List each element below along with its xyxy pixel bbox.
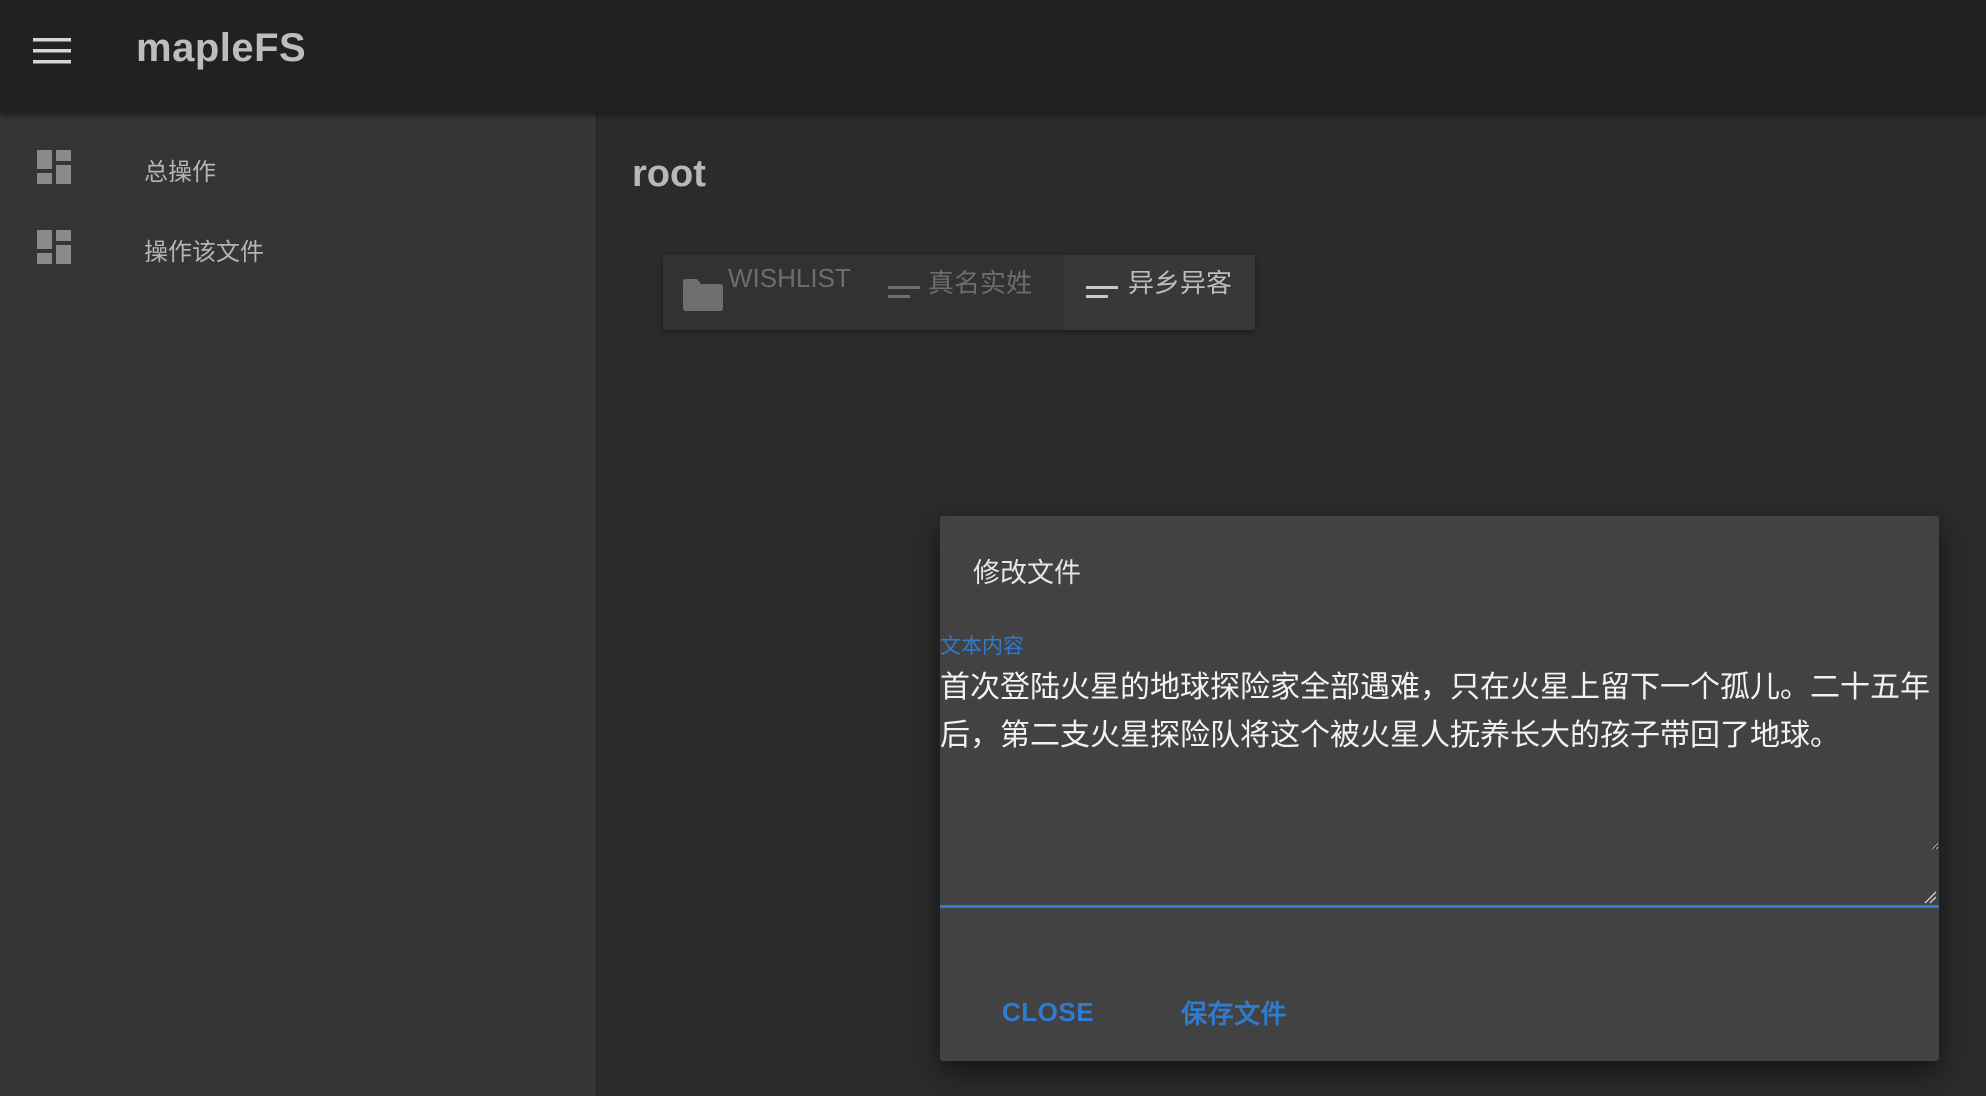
- edit-file-dialog: 修改文件 文本内容 首次登陆火星的地球探险家全部遇难，只在火星上留下一个孤儿。二…: [940, 516, 1939, 1061]
- resize-grip-icon[interactable]: [1923, 889, 1937, 904]
- nav-item-overall-operations[interactable]: 总操作: [0, 133, 598, 205]
- nav-item-file-operations[interactable]: 操作该文件: [0, 213, 598, 285]
- dashboard-icon: [37, 230, 71, 264]
- file-name: 异乡异客: [1128, 269, 1233, 299]
- app-title: mapleFS: [136, 26, 307, 70]
- nav-item-label: 操作该文件: [144, 237, 264, 266]
- close-button[interactable]: CLOSE: [992, 986, 1104, 1038]
- file-item-stranger-in-a-strange-land[interactable]: 异乡异客: [1064, 255, 1255, 330]
- text-content-label: 文本内容: [940, 634, 1024, 658]
- save-file-button[interactable]: 保存文件: [1171, 986, 1297, 1038]
- file-item-true-names[interactable]: 真名实姓: [868, 255, 1064, 330]
- folder-icon: [683, 279, 723, 315]
- navigation-drawer: 总操作 操作该文件: [0, 113, 598, 1096]
- file-list: WISHLIST 真名实姓 异乡异客: [663, 255, 1255, 330]
- app-bar: mapleFS: [0, 0, 1986, 113]
- hamburger-menu-icon[interactable]: [22, 26, 82, 76]
- nav-item-label: 总操作: [144, 157, 216, 186]
- dialog-title: 修改文件: [973, 558, 1081, 589]
- file-name: WISHLIST: [728, 263, 851, 293]
- text-file-icon: [888, 285, 920, 304]
- file-item-wishlist[interactable]: WISHLIST: [663, 255, 868, 330]
- file-name: 真名实姓: [928, 269, 1033, 299]
- dashboard-icon: [37, 150, 71, 184]
- field-underline: [940, 905, 1939, 908]
- text-content-field[interactable]: 首次登陆火星的地球探险家全部遇难，只在火星上留下一个孤儿。二十五年后，第二支火星…: [940, 664, 1939, 850]
- page-title: root: [632, 153, 706, 195]
- text-file-icon: [1086, 285, 1118, 304]
